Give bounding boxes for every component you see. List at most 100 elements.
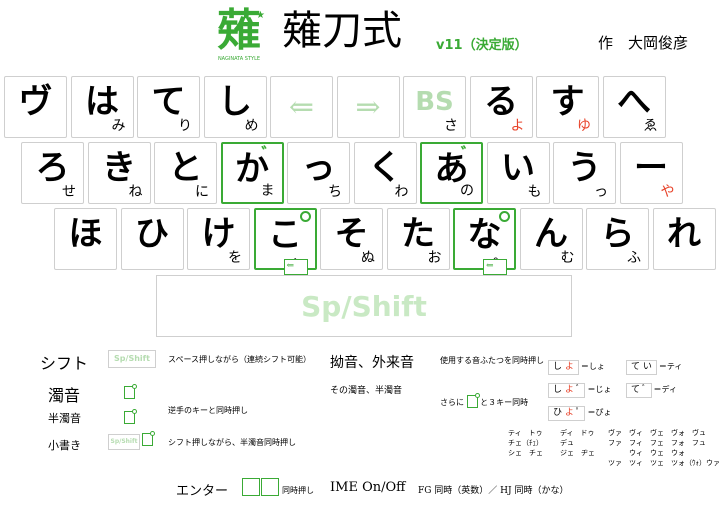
key-1-9[interactable]: ーや <box>619 142 683 204</box>
key-sub-char: ゆ <box>577 118 591 134</box>
chip-shi-2: し よ ﾞ <box>548 383 586 398</box>
key-main-char: る <box>484 82 518 122</box>
legend-shift-chip: Sp/Shift <box>108 350 156 368</box>
key-1-5[interactable]: くわ <box>353 142 417 204</box>
legend-handakuon-title: 半濁音 <box>48 412 81 425</box>
enter-icon: ⇐ <box>283 259 308 275</box>
chip-te: て い <box>626 360 657 375</box>
key-sub-char: っ <box>594 184 608 200</box>
key-0-7[interactable]: るよ <box>469 76 533 138</box>
combo-row-2b: て ﾞ＝ディ <box>626 377 677 398</box>
key-2-1[interactable]: ひ <box>120 208 184 270</box>
key-sub-char: め <box>244 118 259 134</box>
key-sub-char: り <box>178 118 192 134</box>
key-0-1[interactable]: はみ <box>70 76 134 138</box>
key-main-char: ら <box>600 214 635 254</box>
key-main-char: そ <box>334 214 369 254</box>
legend-enter-desc: 同時押し <box>282 486 314 495</box>
key-sub-char: に <box>195 184 209 200</box>
key-2-3[interactable]: こ、 ⇐ <box>253 208 317 275</box>
backspace-label: BS <box>415 87 454 117</box>
key-main-char: ー <box>634 148 668 188</box>
legend-youon-desc1: 使用する音ふたつを同時押し <box>440 356 544 365</box>
key-2-9[interactable]: れ <box>652 208 716 270</box>
extra-table-right: ヴァ ヴィ ヴェ ヴォ ヴュ ファ フィ フェ フォ フュ ウィ ウェ ウォ ツ… <box>608 429 720 467</box>
key-main-char: す <box>550 82 585 122</box>
kogaki-key-icon <box>142 431 155 446</box>
key-0-2[interactable]: てり <box>137 76 200 138</box>
star-icon: ★ <box>256 10 265 21</box>
key-main-char: き <box>102 148 136 188</box>
key-0-4[interactable]: ⇐ <box>270 76 333 138</box>
legend-kogaki-chip-label: Sp/Shift <box>110 438 138 445</box>
legend-shift-title: シフト <box>40 354 89 373</box>
combo-row-2: し よ ﾞ＝じょ <box>548 377 611 398</box>
legend-shift-chip-label: Sp/Shift <box>114 354 150 363</box>
handakuten-mark-icon <box>299 211 311 222</box>
key-2-4[interactable]: そぬ <box>320 208 383 270</box>
page-title: 薙刀式 <box>282 8 402 54</box>
combo-result-sho: ＝しょ <box>580 362 605 371</box>
legend-kogaki-chip: Sp/Shift <box>108 434 140 450</box>
key-0-3[interactable]: しめ <box>203 76 267 138</box>
key-2-8[interactable]: らふ <box>586 208 649 270</box>
key-2-6[interactable]: な。 ⇐ <box>453 208 516 275</box>
key-1-0[interactable]: ろせ <box>21 142 84 204</box>
legend-dakuon-desc: 逆手のキーと同時押し <box>168 406 248 415</box>
key-0-6[interactable]: BS さ <box>403 76 466 138</box>
key-sub-char: の <box>460 183 474 199</box>
key-sub-char: も <box>527 184 542 200</box>
key-main-char: ん <box>534 214 568 254</box>
legend-enter-title: エンター <box>176 484 229 499</box>
key-2-2[interactable]: けを <box>187 208 250 270</box>
key-main-char: う <box>567 148 602 188</box>
key-main-char: い <box>501 148 535 188</box>
key-main-char: は <box>85 82 119 122</box>
space-shift-key[interactable]: Sp/Shift <box>156 275 572 337</box>
arrow-icon: ⇒ <box>355 90 381 125</box>
key-1-8[interactable]: うっ <box>553 142 616 204</box>
legend-ime-desc: FG 同時（英数）／ HJ 同時（かな） <box>418 486 569 496</box>
arrow-icon: ⇐ <box>288 90 315 125</box>
enter-keys-icon <box>242 478 279 496</box>
key-sub-char: を <box>228 250 242 266</box>
key-sub-char: や <box>660 184 675 200</box>
key-2-7[interactable]: んむ <box>519 208 583 270</box>
legend-kogaki-title: 小書き <box>48 439 81 452</box>
key-0-0[interactable]: ヴ <box>4 76 67 138</box>
key-main-char: く <box>368 148 402 188</box>
key-1-3[interactable]: かま゛ <box>220 142 284 204</box>
key-main-char: ひ <box>135 214 169 254</box>
chip-te-2: て ﾞ <box>626 383 652 398</box>
key-main-char: し <box>218 82 252 122</box>
key-1-1[interactable]: きね <box>87 142 151 204</box>
key-main-char: ヴ <box>18 82 53 122</box>
key-sub-char: ち <box>328 184 342 200</box>
key-1-7[interactable]: いも <box>486 142 550 204</box>
legend-youon-desc2: その濁音、半濁音 <box>330 386 403 396</box>
key-1-4[interactable]: っち <box>287 142 350 204</box>
combo-result-ti: ＝ティ <box>658 362 683 371</box>
key-0-5[interactable]: ⇒ <box>336 76 400 138</box>
key-1-6[interactable]: あの゛ <box>420 142 483 204</box>
key-main-char: れ <box>667 214 701 254</box>
chip-hi: ひ よ ﾟ <box>548 406 586 421</box>
logo-subtitle: NAGINATA STYLE <box>217 56 261 62</box>
key-sub-char: お <box>427 250 442 266</box>
key-1-2[interactable]: とに <box>154 142 217 204</box>
dakuten-key-icon <box>124 384 137 399</box>
key-2-5[interactable]: たお <box>386 208 450 270</box>
key-main-char: ろ <box>35 148 70 188</box>
combo-row-1b: て い＝ティ <box>626 354 682 375</box>
legend-kogaki-desc: シフト押しながら、半濁音同時押し <box>168 438 296 447</box>
key-sub-char: わ <box>394 184 409 200</box>
key-sub-char: ね <box>128 184 143 200</box>
key-main-char: た <box>401 214 435 254</box>
key-0-8[interactable]: すゆ <box>536 76 599 138</box>
legend-youon-desc3b: と３キー同時 <box>480 398 529 407</box>
key-sub-char: ぬ <box>361 250 375 266</box>
legend-ime-title: IME On/Off <box>330 480 406 495</box>
key-0-9[interactable]: へゑ <box>602 76 666 138</box>
key-main-char: け <box>201 214 236 254</box>
key-2-0[interactable]: ほ <box>54 208 117 270</box>
